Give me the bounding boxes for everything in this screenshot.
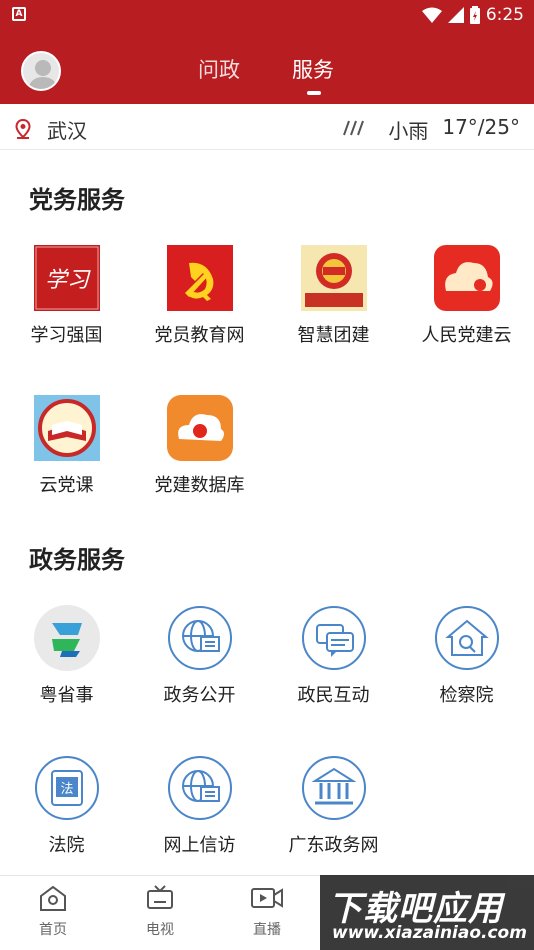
service-party-education[interactable]: 党员教育网 [133, 245, 266, 347]
tab-wenzheng[interactable]: 问政 [198, 54, 240, 84]
tab-fuwu[interactable]: 服务 [292, 54, 334, 84]
youth-league-icon [300, 245, 367, 311]
service-court[interactable]: 法 法院 [0, 755, 133, 857]
nav-label: 首页 [39, 922, 67, 938]
svg-text:法: 法 [60, 782, 73, 797]
gov-services-title: 政务服务 [29, 546, 125, 574]
top-header: 问政 服务 [0, 30, 534, 104]
service-label: 政务公开 [163, 685, 236, 706]
globe-document-icon [167, 605, 233, 671]
yue-sheng-shi-icon [33, 605, 100, 671]
temperature-range: 17°/25° [442, 115, 520, 139]
service-online-petition[interactable]: 网上信访 [133, 755, 266, 857]
government-building-icon [301, 755, 367, 821]
service-label: 人民党建云 [421, 325, 512, 346]
tv-icon [147, 885, 173, 909]
tab-bar: 问政 服务 [0, 30, 534, 104]
wifi-icon [421, 7, 442, 23]
house-search-icon [434, 605, 500, 671]
service-label: 网上信访 [163, 835, 236, 856]
service-label: 广东政务网 [288, 835, 379, 856]
clock-time: 6:25 [485, 5, 524, 25]
service-xuexi-qiangguo[interactable]: 学习 学习强国 [0, 245, 133, 347]
service-party-cloud[interactable]: 人民党建云 [400, 245, 533, 347]
service-label: 学习强国 [30, 325, 103, 346]
battery-icon [469, 6, 480, 24]
service-label: 政民互动 [297, 685, 370, 706]
city-name[interactable]: 武汉 [47, 115, 87, 144]
service-yue-sheng-shi[interactable]: 粤省事 [0, 605, 133, 707]
nav-label: 电视 [146, 922, 174, 938]
service-label: 检察院 [439, 685, 494, 706]
video-icon [251, 888, 283, 908]
service-procuratorate[interactable]: 检察院 [400, 605, 533, 707]
watermark-overlay: 下载吧应用 www.xiazainiao.com [320, 875, 534, 950]
nav-tv[interactable]: 电视 [120, 884, 200, 939]
weather-info: 小雨 17°/25° [388, 115, 520, 144]
rain-icon [343, 120, 364, 136]
service-guangdong-gov-net[interactable]: 广东政务网 [267, 755, 400, 857]
globe-document-icon [167, 755, 233, 821]
status-bar: A 6:25 [0, 0, 534, 30]
location-weather-bar: 武汉 小雨 17°/25° [0, 104, 534, 150]
service-party-database[interactable]: 党建数据库 [133, 395, 266, 497]
svg-text:学习: 学习 [44, 268, 90, 293]
service-smart-league[interactable]: 智慧团建 [267, 245, 400, 347]
service-label: 云党课 [39, 475, 94, 496]
service-gov-affairs-open[interactable]: 政务公开 [133, 605, 266, 707]
nav-label: 直播 [253, 922, 281, 938]
xuexi-qiangguo-icon: 学习 [33, 245, 100, 311]
nav-live[interactable]: 直播 [227, 884, 307, 939]
party-book-icon [33, 395, 100, 461]
service-label: 法院 [48, 835, 85, 856]
party-cloud-icon [433, 245, 500, 311]
location-pin-icon [15, 119, 31, 139]
party-database-icon [166, 395, 233, 461]
weather-description: 小雨 [388, 119, 429, 143]
service-cloud-party-lesson[interactable]: 云党课 [0, 395, 133, 497]
home-icon [40, 885, 66, 911]
nav-home[interactable]: 首页 [13, 884, 93, 939]
service-label: 智慧团建 [297, 325, 370, 346]
app-notification-icon: A [12, 7, 26, 21]
law-book-icon: 法 [34, 755, 100, 821]
service-gov-citizen-interaction[interactable]: 政民互动 [267, 605, 400, 707]
signal-icon [447, 7, 464, 23]
service-label: 粤省事 [39, 685, 94, 706]
service-label: 党建数据库 [154, 475, 245, 496]
active-tab-indicator [307, 91, 321, 95]
party-emblem-icon [166, 245, 233, 311]
watermark-url: www.xiazainiao.com [332, 923, 527, 943]
party-services-title: 党务服务 [29, 186, 125, 214]
service-label: 党员教育网 [154, 325, 245, 346]
chat-bubbles-icon [301, 605, 367, 671]
